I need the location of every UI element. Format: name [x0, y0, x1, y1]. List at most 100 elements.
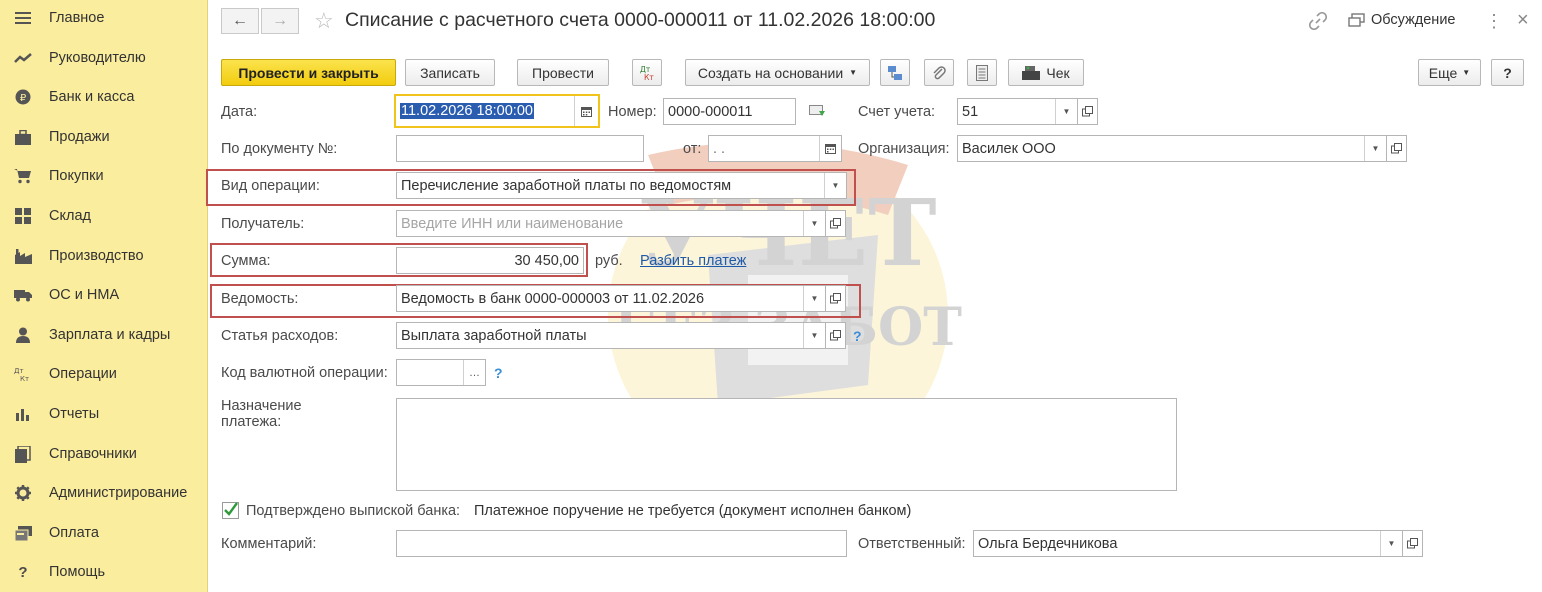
sidebar-item-label: Покупки [49, 168, 104, 184]
print-button[interactable] [967, 59, 997, 86]
doc-number-field[interactable] [396, 135, 644, 162]
from-date-label: от: [683, 141, 702, 157]
account-field[interactable]: 51 ▼ [957, 98, 1078, 125]
chevron-down-icon[interactable]: ▼ [1364, 136, 1386, 161]
sidebar-item-purchases[interactable]: Покупки [0, 160, 207, 192]
receipt-button[interactable]: Чек [1008, 59, 1084, 86]
chevron-down-icon[interactable]: ▼ [824, 173, 846, 198]
sidebar-item-admin[interactable]: Администрирование [0, 477, 207, 509]
sidebar-item-help[interactable]: ? Помощь [0, 556, 207, 588]
back-button[interactable]: ← [221, 8, 259, 34]
sum-label: Сумма: [221, 253, 271, 269]
post-and-close-button[interactable]: Провести и закрыть [221, 59, 396, 86]
responsible-open-button[interactable] [1403, 530, 1423, 557]
help-button[interactable]: ? [1491, 59, 1524, 86]
recipient-open-button[interactable] [826, 210, 846, 237]
currency-operation-code-label: Код валютной операции: [221, 365, 388, 381]
chevron-down-icon[interactable]: ▼ [803, 323, 825, 348]
chevron-down-icon[interactable]: ▼ [1380, 531, 1402, 556]
dt-kt-icon: ДтКт [640, 65, 654, 82]
split-payment-link[interactable]: Разбить платеж [640, 253, 746, 269]
gear-icon [14, 484, 32, 502]
expense-item-field[interactable]: Выплата заработной платы ▼ [396, 322, 826, 349]
arrow-left-icon: ← [232, 12, 248, 29]
sidebar-item-payment[interactable]: Оплата [0, 517, 207, 549]
close-icon[interactable]: × [1517, 9, 1529, 32]
bar-chart-icon [14, 405, 32, 423]
sidebar-item-reports[interactable]: Отчеты [0, 398, 207, 430]
dt-kt-icon: ДтКт [14, 365, 32, 383]
currency-code-help-icon[interactable]: ? [494, 365, 503, 381]
number-edit-icon[interactable] [809, 104, 826, 121]
dt-kt-button[interactable]: Дт Кт [632, 59, 662, 86]
sidebar-item-label: Продажи [49, 129, 110, 145]
number-field[interactable]: 0000-000011 [663, 98, 796, 125]
chevron-down-icon[interactable]: ▼ [803, 211, 825, 236]
document-form: УЧЕТ БЕЗ ЗАБОТ ← → ☆ Списание с расчетно… [206, 0, 1542, 592]
operation-type-field[interactable]: Перечисление заработной платы по ведомос… [396, 172, 847, 199]
sidebar-item-bank[interactable]: ₽ Банк и касса [0, 81, 207, 113]
statement-label: Ведомость: [221, 291, 299, 307]
organization-field[interactable]: Василек ООО ▼ [957, 135, 1387, 162]
favorite-star-icon[interactable]: ☆ [314, 8, 334, 34]
open-icon [830, 293, 841, 304]
more-button[interactable]: Еще ▼ [1418, 59, 1481, 86]
from-date-field[interactable]: . . [708, 135, 842, 162]
bank-confirmed-checkbox[interactable] [222, 502, 239, 519]
save-button[interactable]: Записать [405, 59, 495, 86]
create-based-on-button[interactable]: Создать на основании ▼ [685, 59, 870, 86]
attach-button[interactable] [924, 59, 954, 86]
calendar-icon[interactable] [819, 136, 841, 161]
chevron-down-icon: ▼ [1462, 68, 1471, 77]
expense-help-icon[interactable]: ? [853, 328, 862, 344]
payment-icon [14, 524, 32, 542]
sidebar-item-directories[interactable]: Справочники [0, 438, 207, 470]
checkmark-icon [224, 502, 238, 516]
payment-purpose-textarea[interactable] [396, 398, 1177, 491]
sidebar-item-salary[interactable]: Зарплата и кадры [0, 319, 207, 351]
forward-button[interactable]: → [261, 8, 299, 34]
date-value: 11.02.2026 18:00:00 [400, 103, 534, 119]
chevron-down-icon[interactable]: ▼ [1055, 99, 1077, 124]
receipt-label: Чек [1046, 64, 1070, 81]
page-title: Списание с расчетного счета 0000-000011 … [345, 9, 936, 31]
comment-field[interactable] [396, 530, 847, 557]
post-button[interactable]: Провести [517, 59, 609, 86]
sidebar-item-manager[interactable]: Руководителю [0, 42, 207, 74]
structure-button[interactable] [880, 59, 910, 86]
briefcase-icon [14, 128, 32, 146]
sidebar-item-main[interactable]: Главное [0, 2, 207, 34]
open-icon [1407, 538, 1418, 549]
expense-item-open-button[interactable] [826, 322, 846, 349]
chevron-down-icon: ▼ [849, 68, 858, 77]
cash-register-icon [1022, 65, 1041, 80]
account-value: 51 [962, 103, 979, 120]
statement-open-button[interactable] [826, 285, 846, 312]
sum-field[interactable]: 30 450,00 [396, 247, 584, 274]
sidebar-item-operations[interactable]: Дт Кт Операции [0, 358, 207, 390]
books-icon [14, 445, 32, 463]
operation-type-value: Перечисление заработной платы по ведомос… [401, 177, 732, 194]
discussion-button[interactable]: Обсуждение [1348, 12, 1455, 28]
calendar-icon[interactable] [574, 96, 598, 126]
sidebar-item-warehouse[interactable]: Склад [0, 200, 207, 232]
organization-label: Организация: [858, 141, 950, 157]
recipient-field[interactable]: Введите ИНН или наименование ▼ [396, 210, 826, 237]
sidebar-item-production[interactable]: Производство [0, 240, 207, 272]
sidebar-item-sales[interactable]: Продажи [0, 121, 207, 153]
currency-operation-code-field[interactable]: … [396, 359, 486, 386]
expense-item-label: Статья расходов: [221, 328, 339, 344]
statement-field[interactable]: Ведомость в банк 0000-000003 от 11.02.20… [396, 285, 826, 312]
chevron-down-icon[interactable]: ▼ [803, 286, 825, 311]
responsible-field[interactable]: Ольга Бердечникова ▼ [973, 530, 1403, 557]
link-icon[interactable] [1308, 11, 1328, 33]
account-open-button[interactable] [1078, 98, 1098, 125]
select-ellipsis-icon[interactable]: … [463, 360, 485, 385]
sidebar-item-fixed-assets[interactable]: ОС и НМА [0, 279, 207, 311]
date-field[interactable]: 11.02.2026 18:00:00 [394, 94, 600, 128]
more-vertical-icon[interactable]: ⋮ [1485, 11, 1503, 32]
organization-open-button[interactable] [1387, 135, 1407, 162]
svg-text:₽: ₽ [20, 93, 27, 104]
sidebar-item-label: Зарплата и кадры [49, 327, 171, 343]
account-label: Счет учета: [858, 104, 936, 120]
